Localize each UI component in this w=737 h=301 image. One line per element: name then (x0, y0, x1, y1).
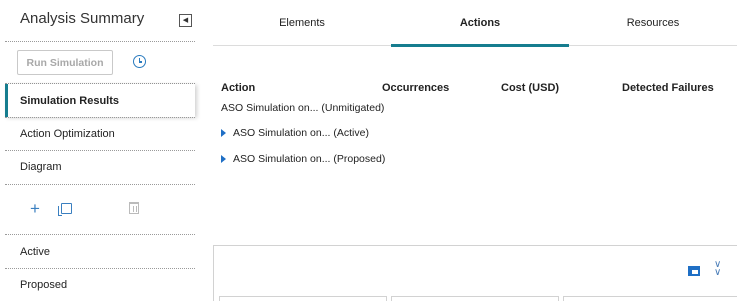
sidebar-title: Analysis Summary (20, 10, 145, 27)
nav-item-action-optimization[interactable]: Action Optimization (5, 117, 195, 150)
scenario-label: Proposed (20, 278, 68, 291)
details-panel: ∨ ∨ (213, 245, 737, 301)
scenario-item-active[interactable]: Active (5, 235, 195, 268)
tree-row-unmitigated[interactable]: ASO Simulation on... (Unmitigated) (221, 102, 384, 114)
run-simulation-button[interactable]: Run Simulation (17, 50, 113, 75)
nav-item-label: Simulation Results (20, 94, 120, 107)
column-header-cost[interactable]: Cost (USD) (501, 82, 559, 94)
tab-actions[interactable]: Actions (391, 0, 569, 47)
nav-item-diagram[interactable]: Diagram (5, 150, 195, 183)
nav-item-simulation-results[interactable]: Simulation Results (5, 84, 195, 117)
tree-row-proposed[interactable]: ASO Simulation on... (Proposed) (221, 153, 385, 165)
nav-item-label: Action Optimization (20, 127, 115, 140)
analysis-sidebar: Analysis Summary ◀ Run Simulation Simula… (0, 0, 200, 301)
tree-row-label: ASO Simulation on... (Proposed) (233, 153, 386, 165)
tab-elements[interactable]: Elements (213, 0, 391, 46)
tree-row-label: ASO Simulation on... (Active) (233, 127, 369, 139)
copy-icon[interactable] (58, 203, 72, 216)
expand-triangle-icon[interactable] (221, 155, 226, 163)
details-column (219, 296, 387, 301)
divider (5, 184, 195, 185)
tab-resources[interactable]: Resources (569, 0, 737, 46)
trash-icon (129, 202, 139, 214)
scenario-label: Active (20, 245, 50, 258)
tree-row-label: ASO Simulation on... (Unmitigated) (221, 102, 385, 114)
double-chevron-down-icon[interactable]: ∨ ∨ (714, 260, 721, 278)
column-header-action[interactable]: Action (221, 82, 255, 94)
collapse-sidebar-button[interactable]: ◀ (179, 14, 192, 27)
results-tabs: Elements Actions Resources (213, 0, 737, 47)
divider (5, 41, 195, 42)
simulation-results-panel: Elements Actions Resources Action Occurr… (213, 0, 737, 301)
chevron-left-icon: ◀ (182, 17, 189, 24)
plus-icon[interactable]: + (30, 200, 40, 217)
scenario-item-proposed[interactable]: Proposed (5, 268, 195, 301)
details-column (563, 296, 737, 301)
column-header-occurrences[interactable]: Occurrences (382, 82, 449, 94)
details-column (391, 296, 559, 301)
panel-layout-icon[interactable] (688, 266, 700, 276)
nav-item-label: Diagram (20, 160, 62, 173)
clock-icon[interactable] (133, 55, 146, 68)
column-header-detected-failures[interactable]: Detected Failures (622, 82, 714, 94)
tree-row-active[interactable]: ASO Simulation on... (Active) (221, 127, 369, 139)
expand-triangle-icon[interactable] (221, 129, 226, 137)
